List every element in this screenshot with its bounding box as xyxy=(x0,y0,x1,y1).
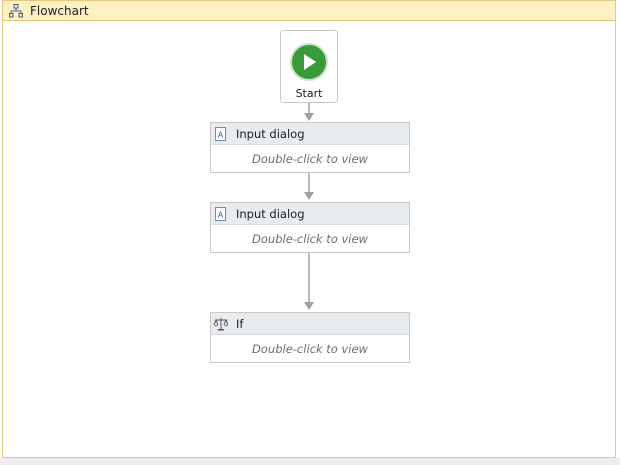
start-label: Start xyxy=(295,87,323,100)
input-dialog-activity[interactable]: A Input dialog Double-click to view xyxy=(210,202,410,253)
activity-header[interactable]: A Input dialog xyxy=(211,123,409,145)
svg-text:A: A xyxy=(218,210,224,219)
svg-text:A: A xyxy=(218,130,224,139)
activity-header[interactable]: If xyxy=(211,313,409,335)
play-icon xyxy=(290,43,328,81)
if-icon xyxy=(213,316,229,332)
activity-title: If xyxy=(236,316,244,331)
activity-hint: Double-click to view xyxy=(252,232,368,246)
input-dialog-activity[interactable]: A Input dialog Double-click to view xyxy=(210,122,410,173)
activity-header[interactable]: A Input dialog xyxy=(211,203,409,225)
activity-title: Input dialog xyxy=(236,126,305,141)
input-dialog-icon: A xyxy=(213,126,229,142)
activity-hint: Double-click to view xyxy=(252,152,368,166)
if-activity[interactable]: If Double-click to view xyxy=(210,312,410,363)
bottom-strip xyxy=(0,458,620,465)
activity-hint: Double-click to view xyxy=(252,342,368,356)
activity-title: Input dialog xyxy=(236,206,305,221)
input-dialog-icon: A xyxy=(213,206,229,222)
start-node[interactable]: Start xyxy=(280,30,338,103)
